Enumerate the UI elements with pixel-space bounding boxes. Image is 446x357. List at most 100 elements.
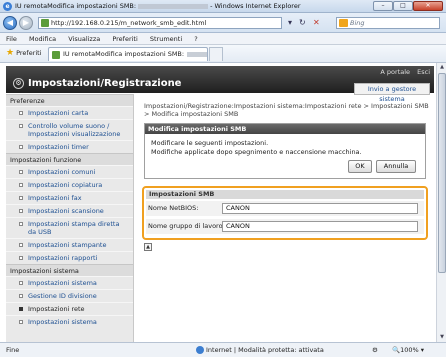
smb-section-title: Impostazioni SMB xyxy=(146,190,424,199)
sidebar-item-label: Impostazioni carta xyxy=(28,109,89,117)
sidebar-item-usb[interactable]: Impostazioni stampa diretta da USB xyxy=(6,217,133,238)
logout-link[interactable]: Esci xyxy=(417,68,430,76)
maximize-button[interactable]: □ xyxy=(393,1,413,11)
workgroup-label: Nome gruppo di lavoro: xyxy=(148,222,225,230)
ok-button[interactable]: OK xyxy=(348,160,372,173)
bullet-icon xyxy=(19,256,23,260)
redacted-text xyxy=(138,3,209,9)
sidebar-item-label: Impostazioni sistema xyxy=(28,279,97,287)
bullet-icon xyxy=(19,209,23,213)
sidebar-item-label: Impostazioni rapporti xyxy=(28,254,98,262)
menu-strumenti[interactable]: Strumenti xyxy=(150,35,182,43)
window-title-suffix: - Windows Internet Explorer xyxy=(210,2,301,10)
forward-button[interactable]: ▶ xyxy=(19,16,33,30)
zoom-icon: 🔍 xyxy=(392,346,401,354)
smb-settings-panel: Impostazioni SMB Nome NetBIOS: CANON Nom… xyxy=(142,186,428,240)
address-dropdown-icon[interactable]: ▾ xyxy=(288,17,292,29)
close-window-button[interactable]: ✕ xyxy=(413,1,443,11)
sidebar-item-stampante[interactable]: Impostazioni stampante xyxy=(6,238,133,251)
workgroup-field[interactable]: CANON xyxy=(222,221,418,232)
refresh-button[interactable]: ↻ xyxy=(299,17,306,29)
status-text: Fine xyxy=(6,346,20,354)
header-links: A portale Esci xyxy=(375,68,430,76)
page-viewport: A portale Esci ⚙ Impostazioni/Registrazi… xyxy=(0,63,436,342)
favorites-button[interactable]: ★ Preferiti xyxy=(6,48,42,59)
sidebar-item-sistema-2[interactable]: Impostazioni sistema xyxy=(6,315,133,328)
bullet-icon xyxy=(19,243,23,247)
scroll-up-icon[interactable]: ▲ xyxy=(438,63,446,72)
menu-visualizza[interactable]: Visualizza xyxy=(68,35,100,43)
sidebar-item-rete[interactable]: Impostazioni rete xyxy=(6,302,133,315)
menu-bar: File Modifica Visualizza Preferiti Strum… xyxy=(0,33,446,45)
sidebar-item-label: Impostazioni fax xyxy=(28,194,82,202)
bullet-icon xyxy=(19,124,23,128)
sidebar-item-fax[interactable]: Impostazioni fax xyxy=(6,191,133,204)
scroll-down-icon[interactable]: ▼ xyxy=(438,333,446,342)
back-button[interactable]: ◀ xyxy=(3,16,17,30)
address-bar: ◀ ▶ http://192.168.0.215/m_network_smb_e… xyxy=(0,13,446,33)
sidebar-item-divisione[interactable]: Gestione ID divisione xyxy=(6,289,133,302)
new-tab-button[interactable] xyxy=(209,47,223,61)
sidebar-item-label: Impostazioni comuni xyxy=(28,168,96,176)
zoom-level: 100% xyxy=(400,346,419,354)
bing-icon xyxy=(339,19,348,27)
stop-button[interactable]: ✕ xyxy=(313,17,320,29)
menu-modifica[interactable]: Modifica xyxy=(29,35,56,43)
url-field[interactable]: http://192.168.0.215/m_network_smb_edit.… xyxy=(38,17,282,29)
minimize-button[interactable]: – xyxy=(373,1,393,11)
favorites-bar: ★ Preferiti IU remotaModifica impostazion… xyxy=(0,45,446,63)
sidebar-item-timer[interactable]: Impostazioni timer xyxy=(6,140,133,153)
page-title: Impostazioni/Registrazione xyxy=(28,78,182,89)
protected-mode-icon[interactable]: ⚙ xyxy=(372,343,378,357)
page-favicon-icon xyxy=(41,19,49,27)
favorites-label: Preferiti xyxy=(16,49,42,57)
bullet-icon xyxy=(19,111,23,115)
dialog-title: Modifica impostazioni SMB xyxy=(145,124,425,134)
scrollbar-thumb[interactable] xyxy=(438,73,446,273)
sidebar-item-copiatura[interactable]: Impostazioni copiatura xyxy=(6,178,133,191)
globe-icon xyxy=(196,346,204,354)
bullet-icon xyxy=(19,145,23,149)
menu-preferiti[interactable]: Preferiti xyxy=(112,35,137,43)
sidebar-item-sistema[interactable]: Impostazioni sistema xyxy=(6,276,133,289)
netbios-label: Nome NetBIOS: xyxy=(148,204,199,212)
sidebar-item-label: Impostazioni stampante xyxy=(28,241,107,249)
bullet-icon xyxy=(19,307,23,311)
sidebar-item-comuni[interactable]: Impostazioni comuni xyxy=(6,165,133,178)
menu-file[interactable]: File xyxy=(6,35,17,43)
title-bar: e IU remotaModifica impostazioni SMB: - W… xyxy=(0,0,446,13)
main-content: Impostazioni/Registrazione:Impostazioni … xyxy=(140,94,432,342)
zone-text: Internet | Modalità protetta: attivata xyxy=(206,346,324,354)
sidebar: Preferenze Impostazioni carta Controllo … xyxy=(6,94,134,342)
sidebar-item-label: Impostazioni copiatura xyxy=(28,181,103,189)
sidebar-item-volume[interactable]: Controllo volume suono / Impostazioni vi… xyxy=(6,119,133,140)
breadcrumb[interactable]: Impostazioni/Registrazione:Impostazioni … xyxy=(144,102,430,118)
tab-favicon-icon xyxy=(52,51,60,59)
bullet-icon xyxy=(19,294,23,298)
portal-link[interactable]: A portale xyxy=(380,68,410,76)
bullet-icon xyxy=(19,183,23,187)
sidebar-item-label: Impostazioni timer xyxy=(28,143,89,151)
dialog-message: Modificare le seguenti impostazioni. Mod… xyxy=(151,139,362,157)
sidebar-item-carta[interactable]: Impostazioni carta xyxy=(6,106,133,119)
sidebar-item-label: Impostazioni scansione xyxy=(28,207,104,215)
sidebar-item-scansione[interactable]: Impostazioni scansione xyxy=(6,204,133,217)
window-title-text: IU remotaModifica impostazioni SMB: xyxy=(15,2,137,10)
zoom-control[interactable]: 🔍100% ▾ xyxy=(392,343,424,357)
browser-tab[interactable]: IU remotaModifica impostazioni SMB: xyxy=(48,47,208,61)
search-field[interactable]: Bing xyxy=(336,17,440,29)
sidebar-item-label: Impostazioni stampa diretta da USB xyxy=(28,220,120,236)
cancel-button[interactable]: Annulla xyxy=(376,160,416,173)
sidebar-section-sistema: Impostazioni sistema xyxy=(6,264,133,276)
menu-help[interactable]: ? xyxy=(194,35,197,43)
bullet-icon xyxy=(19,170,23,174)
back-to-top-icon[interactable]: ▲ xyxy=(144,243,152,251)
status-bar: Fine Internet | Modalità protetta: attiv… xyxy=(0,342,446,357)
vertical-scrollbar[interactable]: ▲ ▼ xyxy=(436,63,446,342)
search-placeholder: Bing xyxy=(350,19,365,27)
security-zone[interactable]: Internet | Modalità protetta: attivata xyxy=(196,343,324,357)
star-icon: ★ xyxy=(6,48,15,58)
sidebar-item-rapporti[interactable]: Impostazioni rapporti xyxy=(6,251,133,264)
netbios-field[interactable]: CANON xyxy=(222,203,418,214)
redacted-text xyxy=(187,51,207,57)
